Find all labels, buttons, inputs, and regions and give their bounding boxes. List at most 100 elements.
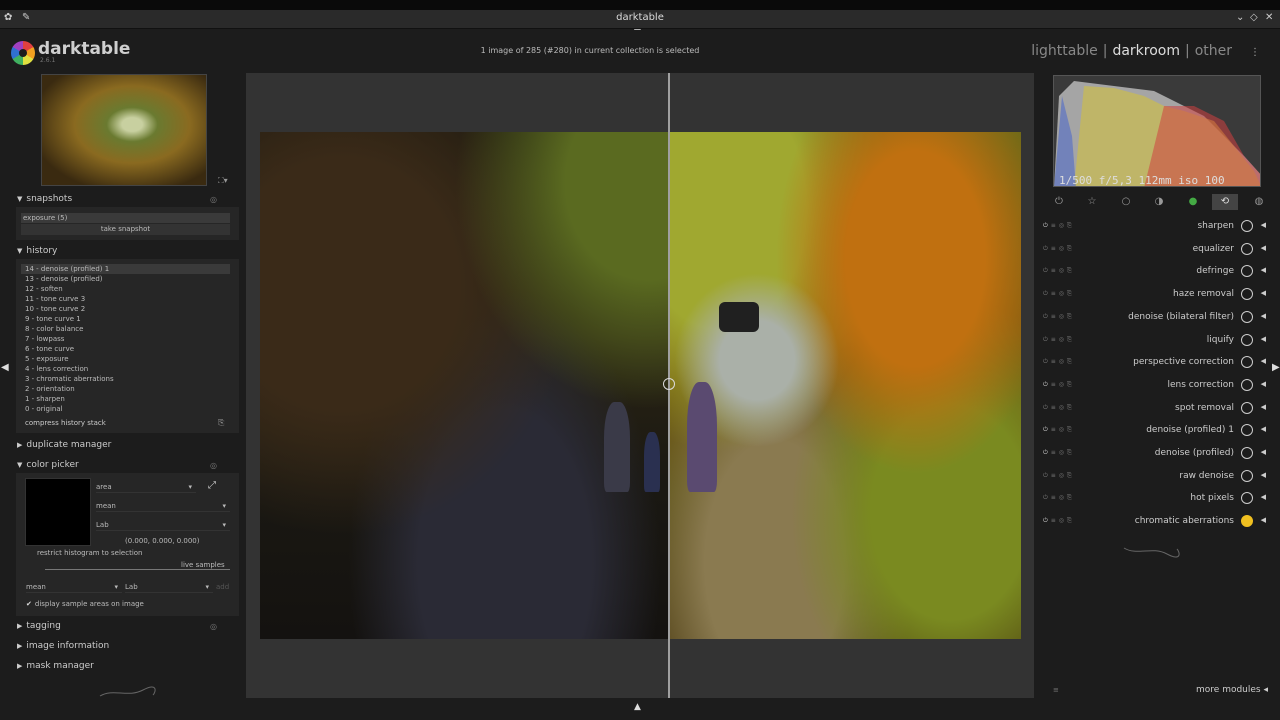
- module-controls[interactable]: ⏻≡◎⎘: [1043, 472, 1075, 480]
- history-header[interactable]: ▼ history: [17, 246, 57, 256]
- module-chromatic-aberrations[interactable]: ⏻≡◎⎘ chromatic aberrations ◀: [1040, 512, 1268, 532]
- history-item[interactable]: 10 - tone curve 2: [21, 304, 230, 314]
- picker-mode-select[interactable]: area ▾: [96, 481, 196, 493]
- tab-basic[interactable]: ○: [1113, 194, 1139, 210]
- maximize-icon[interactable]: ◇: [1250, 12, 1258, 23]
- expand-arrow-icon[interactable]: ◀: [1261, 425, 1266, 433]
- tab-tone[interactable]: ◑: [1146, 194, 1172, 210]
- bottom-panel-toggle-icon[interactable]: ▲: [634, 702, 641, 712]
- module-options-icon[interactable]: ≡◎⎘: [1051, 222, 1075, 229]
- history-item[interactable]: 13 - denoise (profiled): [21, 274, 230, 284]
- tab-favorites[interactable]: ☆: [1079, 194, 1105, 210]
- expand-arrow-icon[interactable]: ◀: [1261, 448, 1266, 456]
- power-icon[interactable]: ⏻: [1043, 381, 1051, 388]
- histogram[interactable]: 1/500 f/5,3 112mm iso 100: [1053, 75, 1261, 187]
- view-darkroom[interactable]: darkroom: [1112, 43, 1180, 59]
- module-controls[interactable]: ⏻≡◎⎘: [1043, 336, 1075, 344]
- history-item[interactable]: 14 - denoise (profiled) 1: [21, 264, 230, 274]
- tagging-header[interactable]: ▶ tagging ◎: [17, 621, 217, 631]
- module-controls[interactable]: ⏻≡◎⎘: [1043, 222, 1075, 230]
- power-icon[interactable]: ⏻: [1043, 290, 1051, 297]
- power-icon[interactable]: ⏻: [1043, 517, 1051, 524]
- expand-arrow-icon[interactable]: ◀: [1261, 380, 1266, 388]
- add-sample-button[interactable]: add: [216, 583, 229, 591]
- module-options-icon[interactable]: ≡◎⎘: [1051, 449, 1075, 456]
- left-panel-toggle-icon[interactable]: ◀: [1, 362, 9, 373]
- picker-statistic-select[interactable]: mean ▾: [96, 500, 230, 512]
- history-item[interactable]: 5 - exposure: [21, 354, 230, 364]
- restrict-histogram-checkbox[interactable]: restrict histogram to selection: [37, 549, 143, 557]
- module-options-icon[interactable]: ≡◎⎘: [1051, 245, 1075, 252]
- module-options-icon[interactable]: ≡◎⎘: [1051, 267, 1075, 274]
- module-controls[interactable]: ⏻≡◎⎘: [1043, 245, 1075, 253]
- module-options-icon[interactable]: ≡◎⎘: [1051, 426, 1075, 433]
- expand-arrow-icon[interactable]: ◀: [1261, 471, 1266, 479]
- expand-arrow-icon[interactable]: ◀: [1261, 357, 1266, 365]
- power-icon[interactable]: ⏻: [1043, 267, 1051, 274]
- module-controls[interactable]: ⏻≡◎⎘: [1043, 358, 1075, 366]
- module-equalizer[interactable]: ⏻≡◎⎘ equalizer ◀: [1040, 240, 1268, 260]
- zoom-control-icon[interactable]: ⛶▾: [218, 176, 228, 186]
- module-denoise-profiled[interactable]: ⏻≡◎⎘ denoise (profiled) ◀: [1040, 444, 1268, 464]
- module-options-icon[interactable]: ≡◎⎘: [1051, 358, 1075, 365]
- sample-colorspace-select[interactable]: Lab ▾: [125, 581, 213, 593]
- module-controls[interactable]: ⏻≡◎⎘: [1043, 449, 1075, 457]
- history-item[interactable]: 11 - tone curve 3: [21, 294, 230, 304]
- tab-correct[interactable]: ⟲: [1212, 194, 1238, 210]
- color-picker-icon[interactable]: ⤢: [208, 480, 216, 491]
- expand-arrow-icon[interactable]: ◀: [1261, 312, 1266, 320]
- sample-statistic-select[interactable]: mean ▾: [26, 581, 122, 593]
- history-item[interactable]: 0 - original: [21, 404, 230, 414]
- history-item[interactable]: 1 - sharpen: [21, 394, 230, 404]
- history-item[interactable]: 4 - lens correction: [21, 364, 230, 374]
- module-controls[interactable]: ⏻≡◎⎘: [1043, 404, 1075, 412]
- expand-arrow-icon[interactable]: ◀: [1261, 335, 1266, 343]
- power-icon[interactable]: ⏻: [1043, 313, 1051, 320]
- split-rotate-handle[interactable]: [663, 378, 675, 390]
- module-options-icon[interactable]: ≡◎⎘: [1051, 404, 1075, 411]
- snapshot-item[interactable]: exposure (5): [21, 213, 230, 223]
- history-item[interactable]: 12 - soften: [21, 284, 230, 294]
- history-item[interactable]: 6 - tone curve: [21, 344, 230, 354]
- module-controls[interactable]: ⏻≡◎⎘: [1043, 426, 1075, 434]
- module-controls[interactable]: ⏻≡◎⎘: [1043, 313, 1075, 321]
- module-spot-removal[interactable]: ⏻≡◎⎘ spot removal ◀: [1040, 399, 1268, 419]
- preset-icon[interactable]: ◎: [210, 195, 217, 204]
- module-denoise-bilateral-filter[interactable]: ⏻≡◎⎘ denoise (bilateral filter) ◀: [1040, 308, 1268, 328]
- power-icon[interactable]: ⏻: [1043, 404, 1051, 411]
- snapshots-header[interactable]: ▼ snapshots ◎: [17, 194, 217, 204]
- history-item[interactable]: 7 - lowpass: [21, 334, 230, 344]
- color-picker-header[interactable]: ▼ color picker ◎: [17, 460, 217, 470]
- image-information-header[interactable]: ▶ image information: [17, 641, 109, 651]
- module-options-icon[interactable]: ≡◎⎘: [1051, 494, 1075, 501]
- tab-active-modules[interactable]: ⏻: [1046, 194, 1072, 210]
- power-icon[interactable]: ⏻: [1043, 336, 1051, 343]
- power-icon[interactable]: ⏻: [1043, 426, 1051, 433]
- history-item[interactable]: 8 - color balance: [21, 324, 230, 334]
- module-lens-correction[interactable]: ⏻≡◎⎘ lens correction ◀: [1040, 376, 1268, 396]
- history-item[interactable]: 2 - orientation: [21, 384, 230, 394]
- tab-color[interactable]: ●: [1180, 194, 1206, 210]
- expand-arrow-icon[interactable]: ◀: [1261, 221, 1266, 229]
- power-icon[interactable]: ⏻: [1043, 358, 1051, 365]
- power-icon[interactable]: ⏻: [1043, 222, 1051, 229]
- history-item[interactable]: 9 - tone curve 1: [21, 314, 230, 324]
- display-sample-areas-checkbox[interactable]: ✔ display sample areas on image: [26, 600, 144, 608]
- duplicate-manager-header[interactable]: ▶ duplicate manager: [17, 440, 111, 450]
- module-options-icon[interactable]: ≡◎⎘: [1051, 517, 1075, 524]
- module-hot-pixels[interactable]: ⏻≡◎⎘ hot pixels ◀: [1040, 489, 1268, 509]
- power-icon[interactable]: ⏻: [1043, 449, 1051, 456]
- history-style-icon[interactable]: ⎘: [218, 418, 224, 428]
- module-controls[interactable]: ⏻≡◎⎘: [1043, 381, 1075, 389]
- power-icon[interactable]: ⏻: [1043, 472, 1051, 479]
- close-icon[interactable]: ✕: [1265, 12, 1273, 23]
- center-view[interactable]: [246, 73, 1034, 698]
- views-dropdown-icon[interactable]: ⋮: [1250, 47, 1260, 58]
- power-icon[interactable]: ⏻: [1043, 494, 1051, 501]
- preset-icon[interactable]: ◎: [210, 622, 217, 631]
- module-denoise-profiled-1[interactable]: ⏻≡◎⎘ denoise (profiled) 1 ◀: [1040, 421, 1268, 441]
- view-other[interactable]: other: [1195, 43, 1232, 59]
- expand-arrow-icon[interactable]: ◀: [1261, 266, 1266, 274]
- module-raw-denoise[interactable]: ⏻≡◎⎘ raw denoise ◀: [1040, 467, 1268, 487]
- expand-arrow-icon[interactable]: ◀: [1261, 289, 1266, 297]
